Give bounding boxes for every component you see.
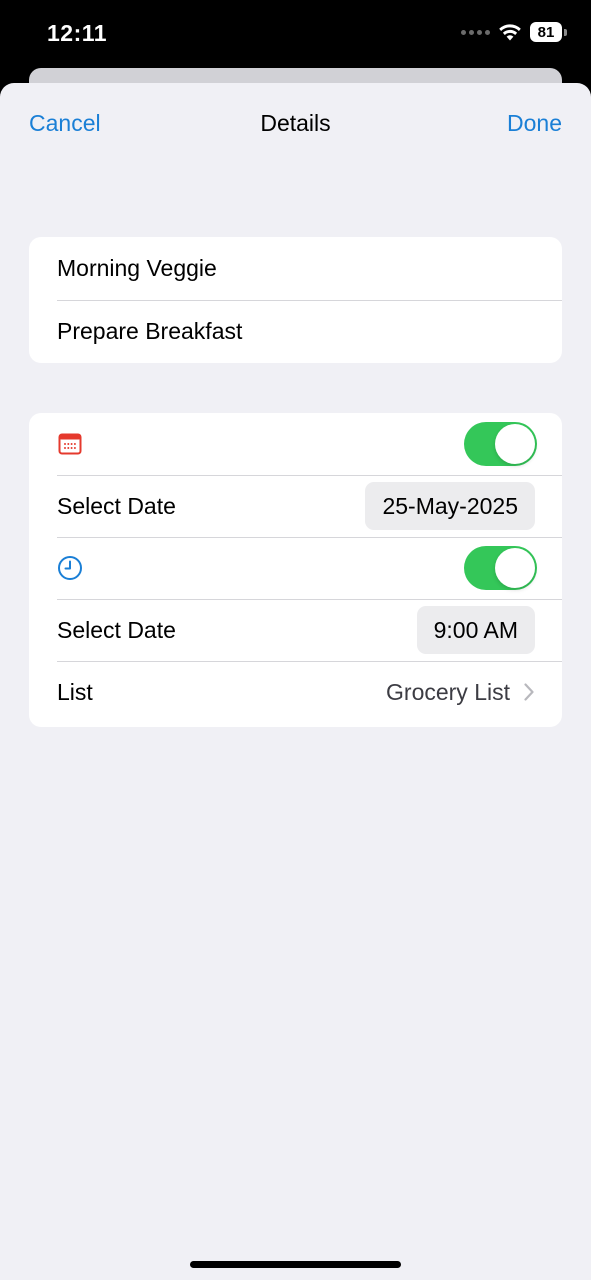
date-toggle-row	[29, 413, 562, 475]
task-notes-text[interactable]: Prepare Breakfast	[57, 318, 242, 345]
battery-level: 81	[530, 22, 562, 42]
date-toggle-knob	[495, 424, 535, 464]
chevron-right-icon	[524, 683, 534, 701]
battery-cap	[564, 28, 567, 36]
navigation-bar: Cancel Details Done	[0, 83, 591, 163]
details-sheet: Cancel Details Done Morning Veggie Prepa…	[0, 83, 591, 1280]
time-select-row: Select Date 9:00 AM	[29, 599, 562, 661]
task-info-group: Morning Veggie Prepare Breakfast	[29, 237, 562, 363]
time-picker-button[interactable]: 9:00 AM	[416, 606, 535, 654]
calendar-icon	[57, 431, 83, 457]
status-bar: 12:11 81	[0, 0, 591, 70]
wifi-icon	[499, 24, 521, 41]
date-picker-button[interactable]: 25-May-2025	[365, 482, 535, 530]
status-time: 12:11	[47, 20, 108, 46]
home-indicator[interactable]	[190, 1261, 401, 1268]
list-label: List	[57, 678, 93, 705]
date-toggle[interactable]	[464, 422, 537, 466]
date-select-row: Select Date 25-May-2025	[29, 475, 562, 537]
time-toggle-row	[29, 537, 562, 599]
time-select-label: Select Date	[57, 616, 176, 643]
battery-indicator: 81	[530, 22, 567, 42]
done-button[interactable]: Done	[507, 110, 562, 137]
schedule-group: Select Date 25-May-2025 Select Date 9:00…	[29, 413, 562, 727]
time-toggle[interactable]	[464, 546, 537, 590]
date-select-label: Select Date	[57, 492, 176, 519]
page-title: Details	[260, 110, 331, 136]
task-title-text[interactable]: Morning Veggie	[57, 255, 217, 282]
clock-icon	[57, 555, 83, 581]
task-notes-field[interactable]: Prepare Breakfast	[29, 300, 562, 363]
time-toggle-knob	[495, 548, 535, 588]
task-title-field[interactable]: Morning Veggie	[29, 237, 562, 300]
status-icons: 81	[461, 22, 567, 42]
list-row[interactable]: List Grocery List	[29, 661, 562, 723]
cellular-signal-icon	[461, 29, 490, 35]
list-value[interactable]: Grocery List	[386, 679, 510, 706]
